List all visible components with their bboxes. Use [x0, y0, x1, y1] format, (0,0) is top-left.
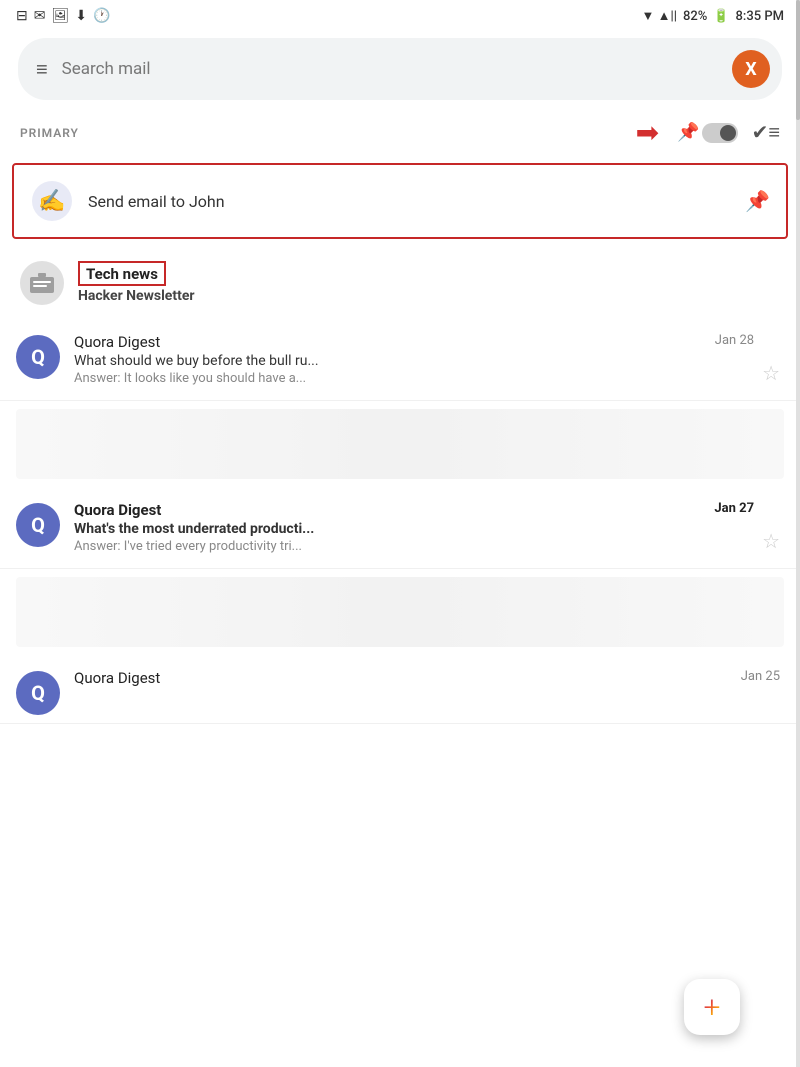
tech-content: Tech news Hacker Newsletter — [78, 261, 780, 304]
email-item-quora-jan27[interactable]: Q Quora Digest Jan 27 What's the most un… — [0, 487, 800, 569]
status-right: ▼ ▲|| 82% 🔋 8:35 PM — [642, 8, 784, 24]
tech-subtitle: Hacker Newsletter — [78, 288, 780, 304]
pin-button[interactable]: 📌 — [745, 189, 770, 213]
primary-action-icons: ➡ 📌 ✔≡ — [636, 116, 780, 149]
reminder-emoji-icon: ✍️ — [30, 179, 74, 223]
search-bar[interactable]: ≡ Search mail X — [18, 38, 782, 100]
notification-icon-5: 🕐 — [93, 8, 110, 24]
email-top-row: Quora Digest Jan 28 — [74, 333, 754, 351]
email-preview-jan27: Answer: I've tried every productivity tr… — [74, 539, 754, 554]
battery-percent: 82% — [683, 9, 707, 24]
scrollbar-thumb[interactable] — [796, 0, 800, 120]
email-preview: Answer: It looks like you should have a.… — [74, 371, 754, 386]
pin-icon: 📌 — [677, 122, 699, 143]
checklist-icon[interactable]: ✔≡ — [752, 120, 780, 145]
svg-text:✍️: ✍️ — [38, 188, 65, 214]
toggle-thumb — [720, 125, 736, 141]
tech-title-box: Tech news — [78, 261, 166, 286]
reminder-label: Send email to John — [88, 192, 737, 211]
compose-plus-icon: + — [704, 990, 721, 1025]
pin-toggle-group[interactable]: 📌 — [677, 122, 737, 143]
email-date-jan25: Jan 25 — [741, 669, 780, 684]
status-icons: ⊟ ✉ 🖼 ⬇ 🕐 — [16, 8, 110, 24]
star-button-jan28[interactable]: ☆ — [762, 361, 780, 385]
scrollbar[interactable] — [796, 0, 800, 1067]
email-subject: What should we buy before the bull ru... — [74, 353, 754, 369]
red-arrow-annotation: ➡ — [636, 116, 659, 149]
email-content-jan27: Quora Digest Jan 27 What's the most unde… — [74, 501, 754, 554]
notification-icon-2: ✉ — [34, 8, 46, 24]
email-sender-jan27: Quora Digest — [74, 501, 161, 519]
email-subject-jan27: What's the most underrated producti... — [74, 521, 754, 537]
email-date-jan27: Jan 27 — [714, 501, 754, 516]
loading-strip-2 — [16, 577, 784, 647]
email-item-quora-jan28[interactable]: Q Quora Digest Jan 28 What should we buy… — [0, 319, 800, 401]
email-sender: Quora Digest — [74, 333, 160, 351]
tech-title: Tech news — [86, 265, 158, 283]
avatar-quora-jan28: Q — [16, 335, 60, 379]
battery-icon: 🔋 — [713, 9, 729, 24]
notification-icon-4: ⬇ — [75, 8, 87, 24]
time-display: 8:35 PM — [736, 9, 785, 24]
reminder-email-item[interactable]: ✍️ Send email to John 📌 — [12, 163, 788, 239]
tech-news-item[interactable]: Tech news Hacker Newsletter — [4, 247, 796, 319]
compose-fab[interactable]: + — [684, 979, 740, 1035]
email-content-jan25: Quora Digest Jan 25 — [74, 669, 780, 689]
notification-icon-1: ⊟ — [16, 8, 28, 24]
loading-strip-1 — [16, 409, 784, 479]
primary-label: PRIMARY — [20, 126, 79, 140]
toggle-switch[interactable] — [702, 123, 738, 143]
user-avatar-button[interactable]: X — [732, 50, 770, 88]
email-top-row-jan27: Quora Digest Jan 27 — [74, 501, 754, 519]
search-input-placeholder[interactable]: Search mail — [62, 59, 718, 79]
search-bar-container: ≡ Search mail X — [0, 28, 800, 110]
hamburger-menu-icon[interactable]: ≡ — [36, 59, 48, 79]
wifi-icon: ▼ ▲|| — [642, 8, 677, 24]
status-bar: ⊟ ✉ 🖼 ⬇ 🕐 ▼ ▲|| 82% 🔋 8:35 PM — [0, 0, 800, 28]
avatar-quora-jan27: Q — [16, 503, 60, 547]
email-item-quora-jan25[interactable]: Q Quora Digest Jan 25 — [0, 655, 800, 724]
email-sender-jan25: Quora Digest — [74, 669, 160, 687]
tech-avatar — [20, 261, 64, 305]
avatar-quora-jan25: Q — [16, 671, 60, 715]
notification-icon-3: 🖼 — [51, 8, 69, 24]
primary-row: PRIMARY ➡ 📌 ✔≡ — [0, 110, 800, 155]
star-button-jan27[interactable]: ☆ — [762, 529, 780, 553]
email-content-jan28: Quora Digest Jan 28 What should we buy b… — [74, 333, 754, 386]
email-date: Jan 28 — [715, 333, 754, 348]
email-top-row-jan25: Quora Digest Jan 25 — [74, 669, 780, 687]
